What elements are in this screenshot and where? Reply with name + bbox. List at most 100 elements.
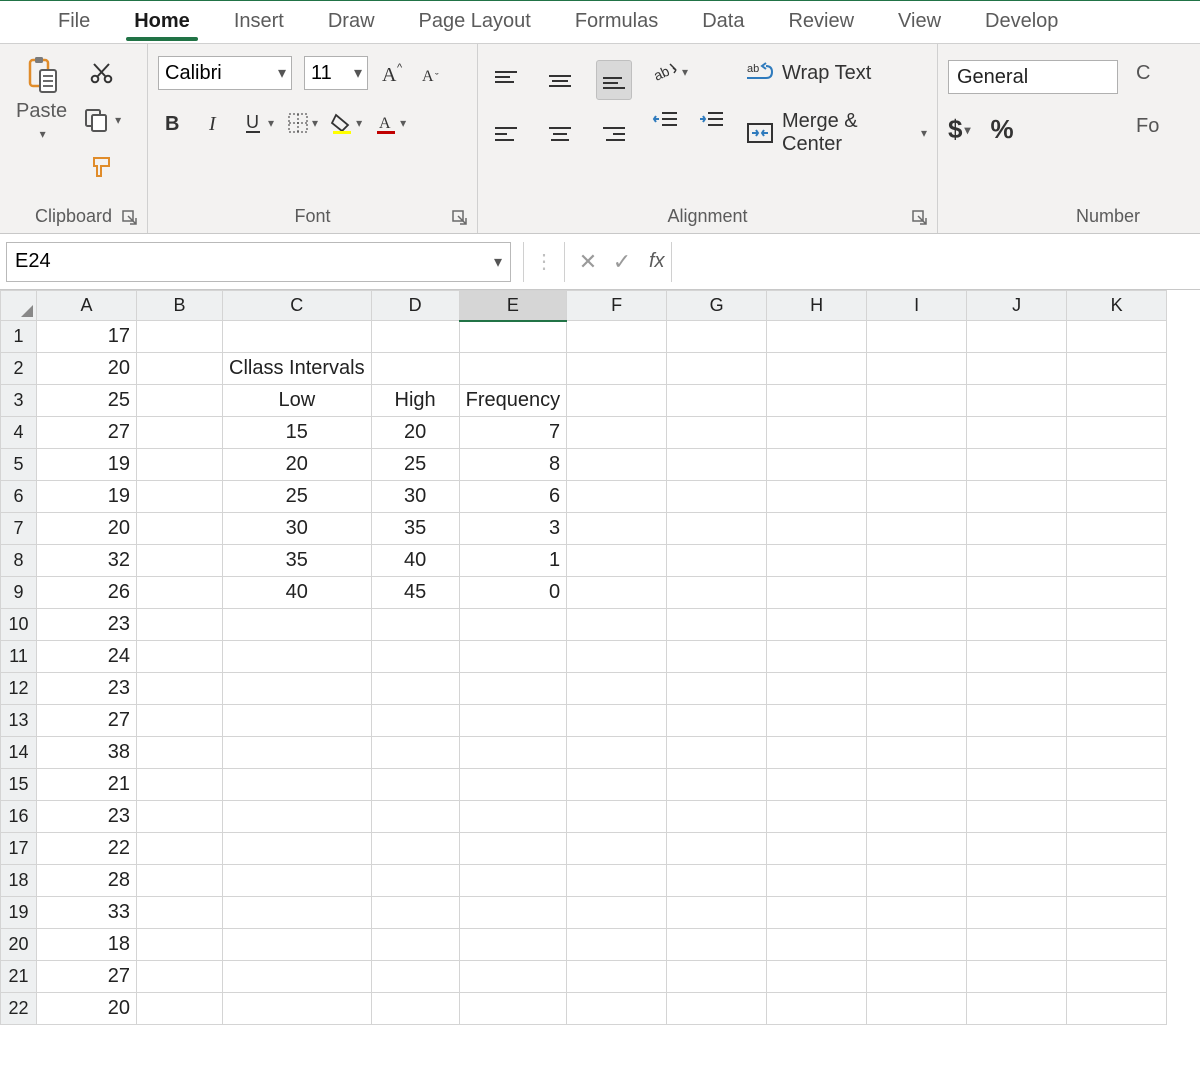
worksheet-grid[interactable]: ABCDEFGHIJK 117220Cllass Intervals325Low…	[0, 290, 1200, 1025]
cell-I19[interactable]	[867, 897, 967, 929]
font-name-input[interactable]	[159, 57, 273, 89]
cell-I5[interactable]	[867, 449, 967, 481]
cell-D20[interactable]	[371, 929, 459, 961]
fx-label[interactable]: fx	[649, 250, 665, 273]
cell-E11[interactable]	[459, 641, 567, 673]
cell-D14[interactable]	[371, 737, 459, 769]
dialog-launcher-icon[interactable]	[911, 209, 929, 227]
cell-C4[interactable]: 15	[223, 417, 372, 449]
row-header[interactable]: 17	[1, 833, 37, 865]
cell-C12[interactable]	[223, 673, 372, 705]
font-name-combo[interactable]: ▾	[158, 56, 292, 90]
row-header[interactable]: 1	[1, 321, 37, 353]
row-header[interactable]: 9	[1, 577, 37, 609]
cell-I22[interactable]	[867, 993, 967, 1025]
cell-K18[interactable]	[1067, 865, 1167, 897]
cell-B3[interactable]	[137, 385, 223, 417]
bold-button[interactable]: B	[158, 108, 188, 138]
row-header[interactable]: 20	[1, 929, 37, 961]
cell-C21[interactable]	[223, 961, 372, 993]
cell-G10[interactable]	[667, 609, 767, 641]
cell-G20[interactable]	[667, 929, 767, 961]
cell-I20[interactable]	[867, 929, 967, 961]
enter-formula-button[interactable]: ✓	[605, 245, 639, 279]
cell-D21[interactable]	[371, 961, 459, 993]
cell-D4[interactable]: 20	[371, 417, 459, 449]
cell-H16[interactable]	[767, 801, 867, 833]
cell-G3[interactable]	[667, 385, 767, 417]
cell-B8[interactable]	[137, 545, 223, 577]
cell-H11[interactable]	[767, 641, 867, 673]
cell-K4[interactable]	[1067, 417, 1167, 449]
cell-G8[interactable]	[667, 545, 767, 577]
formula-input[interactable]	[671, 242, 1200, 282]
cell-A9[interactable]: 26	[37, 577, 137, 609]
name-box-input[interactable]	[7, 250, 486, 273]
cell-B6[interactable]	[137, 481, 223, 513]
tab-insert[interactable]: Insert	[212, 4, 306, 43]
cell-F3[interactable]	[567, 385, 667, 417]
cell-E19[interactable]	[459, 897, 567, 929]
cell-B20[interactable]	[137, 929, 223, 961]
cell-F19[interactable]	[567, 897, 667, 929]
cell-G1[interactable]	[667, 321, 767, 353]
cell-B5[interactable]	[137, 449, 223, 481]
align-top-button[interactable]	[488, 60, 524, 100]
cell-F20[interactable]	[567, 929, 667, 961]
cell-E13[interactable]	[459, 705, 567, 737]
cell-K13[interactable]	[1067, 705, 1167, 737]
decrease-indent-button[interactable]	[652, 108, 680, 132]
cell-G18[interactable]	[667, 865, 767, 897]
cell-A15[interactable]: 21	[37, 769, 137, 801]
cell-B4[interactable]	[137, 417, 223, 449]
cell-E1[interactable]	[459, 321, 567, 353]
cell-J4[interactable]	[967, 417, 1067, 449]
cell-I21[interactable]	[867, 961, 967, 993]
cell-B12[interactable]	[137, 673, 223, 705]
cell-C10[interactable]	[223, 609, 372, 641]
cell-B7[interactable]	[137, 513, 223, 545]
cell-H4[interactable]	[767, 417, 867, 449]
cell-F6[interactable]	[567, 481, 667, 513]
font-color-button[interactable]: A▾	[374, 108, 406, 138]
cell-J18[interactable]	[967, 865, 1067, 897]
cell-B17[interactable]	[137, 833, 223, 865]
cell-H19[interactable]	[767, 897, 867, 929]
tab-formulas[interactable]: Formulas	[553, 4, 680, 43]
row-header[interactable]: 10	[1, 609, 37, 641]
cell-G22[interactable]	[667, 993, 767, 1025]
row-header[interactable]: 7	[1, 513, 37, 545]
tab-view[interactable]: View	[876, 4, 963, 43]
cell-A16[interactable]: 23	[37, 801, 137, 833]
cell-D11[interactable]	[371, 641, 459, 673]
cell-J21[interactable]	[967, 961, 1067, 993]
cell-C9[interactable]: 40	[223, 577, 372, 609]
row-header[interactable]: 2	[1, 353, 37, 385]
cell-B15[interactable]	[137, 769, 223, 801]
row-header[interactable]: 13	[1, 705, 37, 737]
cell-J11[interactable]	[967, 641, 1067, 673]
cell-A1[interactable]: 17	[37, 321, 137, 353]
cell-G16[interactable]	[667, 801, 767, 833]
cell-K22[interactable]	[1067, 993, 1167, 1025]
row-header[interactable]: 8	[1, 545, 37, 577]
cell-K20[interactable]	[1067, 929, 1167, 961]
cell-H6[interactable]	[767, 481, 867, 513]
chevron-down-icon[interactable]: ▾	[273, 57, 291, 89]
cell-A22[interactable]: 20	[37, 993, 137, 1025]
cell-E7[interactable]: 3	[459, 513, 567, 545]
cell-F7[interactable]	[567, 513, 667, 545]
cell-A19[interactable]: 33	[37, 897, 137, 929]
cell-I3[interactable]	[867, 385, 967, 417]
cell-B22[interactable]	[137, 993, 223, 1025]
cell-E2[interactable]	[459, 353, 567, 385]
cell-C18[interactable]	[223, 865, 372, 897]
cell-I9[interactable]	[867, 577, 967, 609]
cell-D7[interactable]: 35	[371, 513, 459, 545]
cell-K14[interactable]	[1067, 737, 1167, 769]
cell-C6[interactable]: 25	[223, 481, 372, 513]
dialog-launcher-icon[interactable]	[121, 209, 139, 227]
cell-I12[interactable]	[867, 673, 967, 705]
borders-button[interactable]: ▾	[286, 108, 318, 138]
cell-H22[interactable]	[767, 993, 867, 1025]
